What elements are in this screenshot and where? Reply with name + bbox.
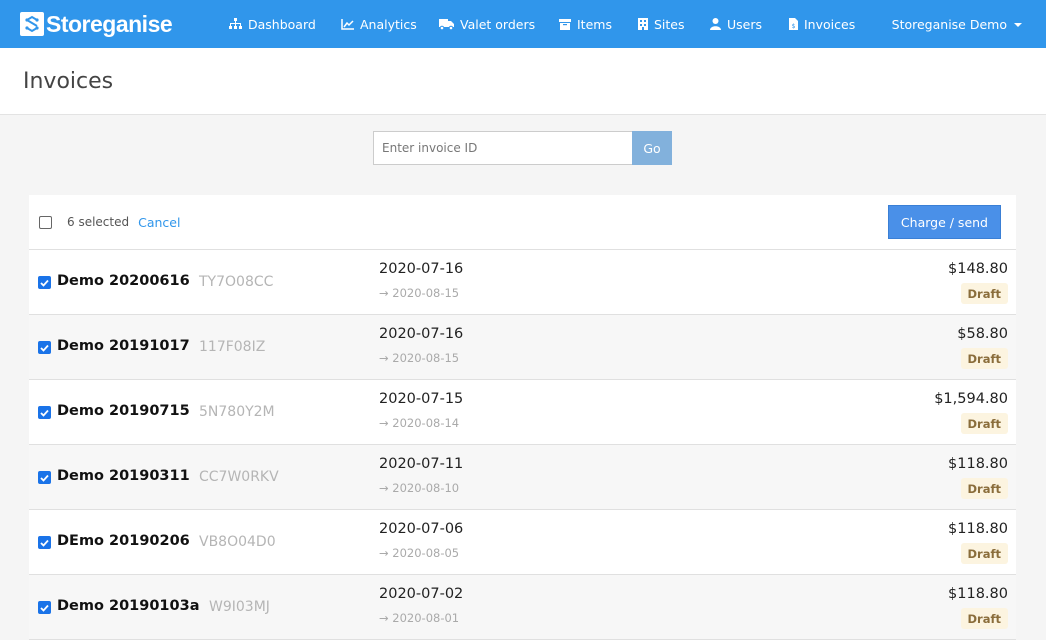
nav-item-sites[interactable]: Sites xyxy=(638,0,710,48)
user-menu-label: Storeganise Demo xyxy=(891,16,1007,32)
storeganise-logo-icon xyxy=(20,12,44,36)
invoice-date: 2020-07-15 xyxy=(379,391,464,407)
nav-item-label: Users xyxy=(727,16,763,32)
invoice-name: Demo 20200616 xyxy=(57,273,190,289)
status-badge: Draft xyxy=(960,348,1008,369)
invoice-code: W9I03MJ xyxy=(209,599,270,615)
invoice-id-input[interactable] xyxy=(373,131,632,165)
nav-item-dashboard[interactable]: Dashboard xyxy=(229,0,341,48)
invoice-code: VB8O04D0 xyxy=(199,534,276,550)
status-badge: Draft xyxy=(960,478,1008,499)
top-navbar: Storeganise Dashboard Analytics Valet or… xyxy=(0,0,1046,48)
invoice-row[interactable]: DEmo 20190206 VB8O04D0 2020-07-06 → 2020… xyxy=(29,510,1016,575)
nav-item-invoices[interactable]: $ Invoices xyxy=(789,0,869,48)
nav-item-label: Sites xyxy=(654,16,685,32)
select-all-checkbox[interactable] xyxy=(39,215,52,229)
nav-item-items[interactable]: Items xyxy=(559,0,638,48)
page-title: Invoices xyxy=(23,68,114,94)
invoice-name: Demo 20190103a xyxy=(57,598,200,614)
checkmark-icon xyxy=(40,604,49,612)
status-badge: Draft xyxy=(960,413,1008,434)
invoice-due-date: → 2020-08-14 xyxy=(379,416,460,430)
invoice-row[interactable]: Demo 20190103a W9I03MJ 2020-07-02 → 2020… xyxy=(29,575,1016,640)
go-button[interactable]: Go xyxy=(632,131,672,165)
nav-item-label: Analytics xyxy=(360,16,417,32)
invoice-amount: $118.80 xyxy=(948,586,1008,602)
page-header: Invoices xyxy=(0,48,1046,115)
brand-logo-link[interactable]: Storeganise xyxy=(20,10,173,38)
invoice-name: Demo 20191017 xyxy=(57,338,190,354)
invoice-row[interactable]: Demo 20190311 CC7W0RKV 2020-07-11 → 2020… xyxy=(29,445,1016,510)
status-badge: Draft xyxy=(960,543,1008,564)
svg-text:$: $ xyxy=(792,23,796,30)
invoice-date: 2020-07-06 xyxy=(379,521,464,537)
building-icon xyxy=(638,18,648,30)
nav-item-label: Invoices xyxy=(804,16,856,32)
selected-count: 6 selected xyxy=(67,215,130,229)
bulk-action-bar: 6 selected Cancel Charge / send xyxy=(29,195,1016,250)
invoice-name: Demo 20190715 xyxy=(57,403,190,419)
invoice-list: Demo 20200616 TY7O08CC 2020-07-16 → 2020… xyxy=(29,250,1016,640)
main-nav: Dashboard Analytics Valet orders Items S… xyxy=(229,0,869,48)
invoice-name: Demo 20190311 xyxy=(57,468,190,484)
invoice-date: 2020-07-16 xyxy=(379,326,464,342)
user-menu-dropdown[interactable]: Storeganise Demo xyxy=(892,0,1022,48)
invoice-due-date: → 2020-08-05 xyxy=(379,546,460,560)
cancel-selection-link[interactable]: Cancel xyxy=(138,215,180,230)
invoice-row[interactable]: Demo 20191017 117F08IZ 2020-07-16 → 2020… xyxy=(29,315,1016,380)
archive-box-icon xyxy=(559,18,571,30)
row-checkbox[interactable] xyxy=(38,601,51,614)
nav-item-users[interactable]: Users xyxy=(710,0,789,48)
invoice-date: 2020-07-02 xyxy=(379,586,464,602)
invoice-date: 2020-07-16 xyxy=(379,261,464,277)
nav-item-valet-orders[interactable]: Valet orders xyxy=(439,0,559,48)
invoice-search-form: Go xyxy=(373,131,672,165)
row-checkbox[interactable] xyxy=(38,471,51,484)
charge-send-button[interactable]: Charge / send xyxy=(887,205,1001,239)
caret-down-icon xyxy=(1014,23,1022,27)
invoice-list-panel: 6 selected Cancel Charge / send Demo 202… xyxy=(29,195,1016,640)
invoice-due-date: → 2020-08-15 xyxy=(379,351,460,365)
invoice-icon: $ xyxy=(789,18,798,30)
checkmark-icon xyxy=(40,474,49,482)
invoice-due-date: → 2020-08-10 xyxy=(379,481,460,495)
nav-item-label: Dashboard xyxy=(248,16,316,32)
brand-name: Storeganise xyxy=(46,10,173,37)
line-chart-icon xyxy=(341,18,354,30)
status-badge: Draft xyxy=(960,608,1008,629)
nav-item-label: Items xyxy=(577,16,612,32)
row-checkbox[interactable] xyxy=(38,536,51,549)
row-checkbox[interactable] xyxy=(38,406,51,419)
invoice-code: 5N780Y2M xyxy=(199,404,275,420)
invoice-code: CC7W0RKV xyxy=(199,469,279,485)
invoice-row[interactable]: Demo 20190715 5N780Y2M 2020-07-15 → 2020… xyxy=(29,380,1016,445)
truck-icon xyxy=(439,18,454,30)
invoice-date: 2020-07-11 xyxy=(379,456,464,472)
invoice-due-date: → 2020-08-15 xyxy=(379,286,460,300)
checkmark-icon xyxy=(40,344,49,352)
invoice-amount: $118.80 xyxy=(948,456,1008,472)
invoice-due-date: → 2020-08-01 xyxy=(379,611,460,625)
invoice-name: DEmo 20190206 xyxy=(57,533,190,549)
invoice-amount: $118.80 xyxy=(948,521,1008,537)
invoice-code: TY7O08CC xyxy=(199,274,274,290)
nav-item-label: Valet orders xyxy=(460,16,536,32)
invoice-row[interactable]: Demo 20200616 TY7O08CC 2020-07-16 → 2020… xyxy=(29,250,1016,315)
checkmark-icon xyxy=(40,279,49,287)
nav-item-analytics[interactable]: Analytics xyxy=(341,0,439,48)
sitemap-icon xyxy=(229,18,242,29)
user-icon xyxy=(710,18,721,30)
invoice-code: 117F08IZ xyxy=(199,339,266,355)
checkmark-icon xyxy=(40,539,49,547)
row-checkbox[interactable] xyxy=(38,276,51,289)
invoice-amount: $148.80 xyxy=(948,261,1008,277)
invoice-amount: $58.80 xyxy=(957,326,1008,342)
status-badge: Draft xyxy=(960,283,1008,304)
invoice-amount: $1,594.80 xyxy=(934,391,1008,407)
checkmark-icon xyxy=(40,409,49,417)
row-checkbox[interactable] xyxy=(38,341,51,354)
